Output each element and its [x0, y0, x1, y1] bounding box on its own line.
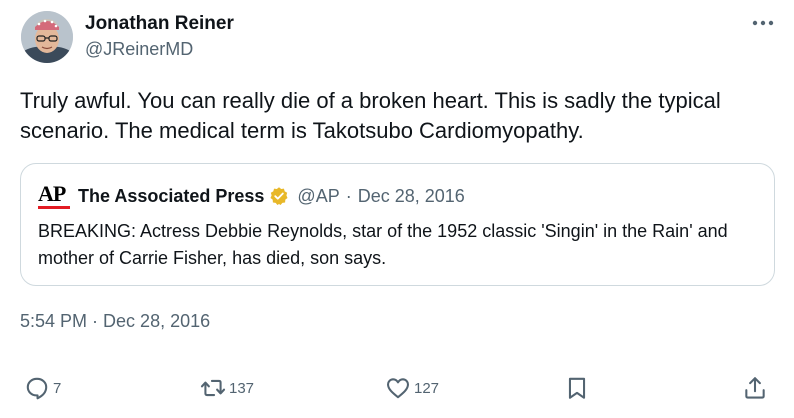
author-name[interactable]: Jonathan Reiner	[85, 13, 234, 35]
tweet-time: 5:54 PM	[20, 311, 88, 331]
more-dots-icon	[752, 20, 774, 26]
avatar-portrait-icon	[21, 11, 73, 63]
quoted-author-handle[interactable]: @AP	[297, 186, 339, 207]
timestamp-separator: ·	[92, 311, 99, 331]
retweet-count: 137	[229, 379, 255, 397]
like-button[interactable]: 127	[385, 370, 439, 406]
reply-count: 7	[53, 379, 62, 397]
quoted-author-name[interactable]: The Associated Press	[78, 186, 264, 207]
heart-icon	[387, 378, 409, 399]
like-count: 127	[414, 379, 440, 397]
share-button[interactable]	[742, 370, 768, 406]
retweet-button[interactable]: 137	[200, 370, 254, 406]
author-avatar[interactable]	[21, 11, 73, 63]
quoted-tweet-date[interactable]: Dec 28, 2016	[358, 186, 465, 207]
quoted-tweet-text: BREAKING: Actress Debbie Reynolds, star …	[38, 221, 728, 268]
tweet-date: Dec 28, 2016	[103, 311, 211, 331]
quoted-tweet-card[interactable]: AP The Associated Press @AP · Dec 28, 20…	[20, 163, 775, 286]
ap-logo-underline	[38, 206, 70, 209]
retweet-icon	[200, 379, 226, 397]
gold-verified-badge-icon	[270, 187, 288, 205]
quoted-tweet-header: AP The Associated Press @AP · Dec 28, 20…	[38, 183, 465, 209]
ap-logo-avatar[interactable]: AP	[38, 183, 72, 209]
tweet-text: Truly awful. You can really die of a bro…	[20, 88, 721, 143]
tweet-actions-bar: 7 137 127	[0, 370, 794, 406]
quoted-separator: ·	[345, 185, 352, 206]
ap-logo-text: AP	[38, 181, 66, 206]
tweet-timestamp[interactable]: 5:54 PM · Dec 28, 2016	[20, 311, 210, 332]
bookmark-icon	[568, 377, 586, 399]
reply-icon	[26, 377, 48, 400]
share-icon	[745, 377, 765, 399]
reply-button[interactable]: 7	[24, 370, 61, 406]
more-options-button[interactable]	[748, 12, 778, 34]
author-handle[interactable]: @JReinerMD	[85, 39, 193, 60]
bookmark-button[interactable]	[564, 370, 590, 406]
